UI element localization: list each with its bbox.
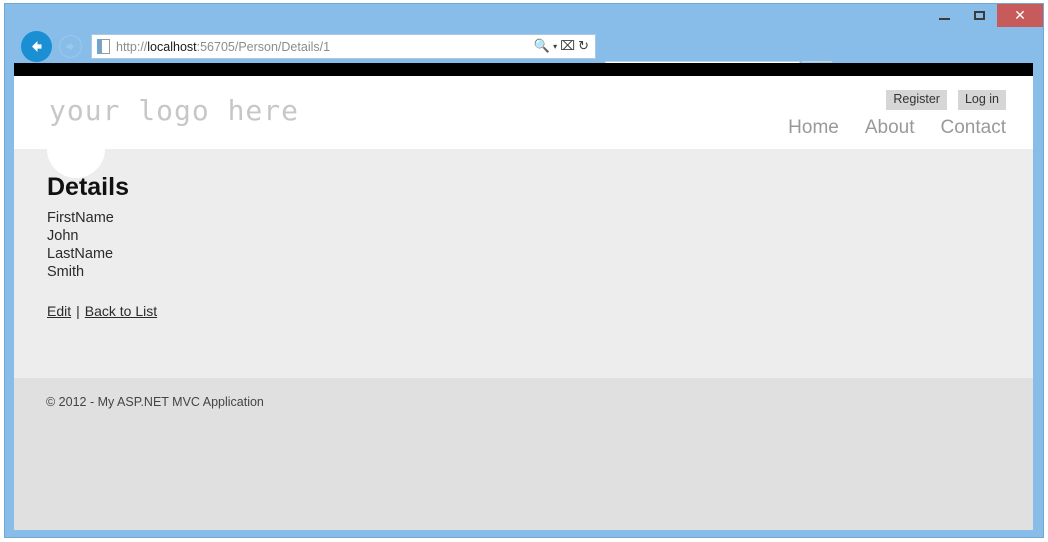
minimize-icon [939,18,950,20]
register-button[interactable]: Register [886,90,947,110]
auth-links: Register Log in [886,90,1006,110]
nav-item-contact[interactable]: Contact [941,117,1006,139]
field-label-lastname: LastName [47,246,114,262]
address-bar[interactable]: http://localhost:56705/Person/Details/1 … [91,34,596,59]
nav-item-about[interactable]: About [865,117,915,139]
minimize-button[interactable] [927,4,962,27]
forward-button[interactable] [59,35,82,58]
action-separator: | [76,303,80,319]
nav-item-home[interactable]: Home [788,117,839,139]
page-actions: Edit | Back to List [47,303,1033,319]
close-icon: ✕ [1014,7,1026,24]
back-arrow-icon [32,41,42,52]
page-viewport: your logo here Register Log in Home Abou… [14,76,1033,530]
search-icon[interactable]: 🔍 [534,40,550,53]
chevron-down-icon[interactable]: ▾ [553,42,557,51]
maximize-button[interactable] [962,4,997,27]
close-button[interactable]: ✕ [997,4,1043,27]
forward-arrow-icon [66,42,74,51]
main-navigation: Home About Contact [788,117,1006,139]
window-controls: ✕ [927,4,1043,27]
back-button[interactable] [21,31,52,62]
page-content: Details FirstName John LastName Smith Ed… [14,149,1033,378]
site-logo[interactable]: your logo here [49,94,299,127]
url-path: :56705/Person/Details/1 [196,39,331,54]
browser-black-separator [14,63,1033,76]
back-to-list-link[interactable]: Back to List [85,303,157,319]
edit-link[interactable]: Edit [47,303,71,319]
url-host: localhost [147,39,197,54]
maximize-icon [974,11,985,20]
browser-window: ✕ http://localhost:56705/Person/Details/… [4,3,1044,538]
login-button[interactable]: Log in [957,90,1006,110]
field-value-firstname: John [47,228,79,244]
title-bar: ✕ [5,4,1043,29]
url-scheme: http:// [116,39,148,54]
site-header: your logo here Register Log in Home Abou… [14,76,1033,178]
page-document-icon [97,39,110,54]
url-text: http://localhost:56705/Person/Details/1 [116,40,330,54]
refresh-icon[interactable]: ↻ [578,40,589,53]
field-label-firstname: FirstName [47,210,114,226]
address-bar-icons: 🔍 ▾ ⌧ ↻ [534,40,595,53]
details-field-list: FirstName John LastName Smith [47,209,1033,281]
page-title: Details [47,173,129,201]
compatibility-view-icon[interactable]: ⌧ [560,40,575,53]
site-footer: © 2012 - My ASP.NET MVC Application [14,378,1033,530]
field-value-lastname: Smith [47,264,85,280]
footer-copyright: © 2012 - My ASP.NET MVC Application [46,395,264,409]
browser-nav-row: http://localhost:56705/Person/Details/1 … [5,29,1043,89]
